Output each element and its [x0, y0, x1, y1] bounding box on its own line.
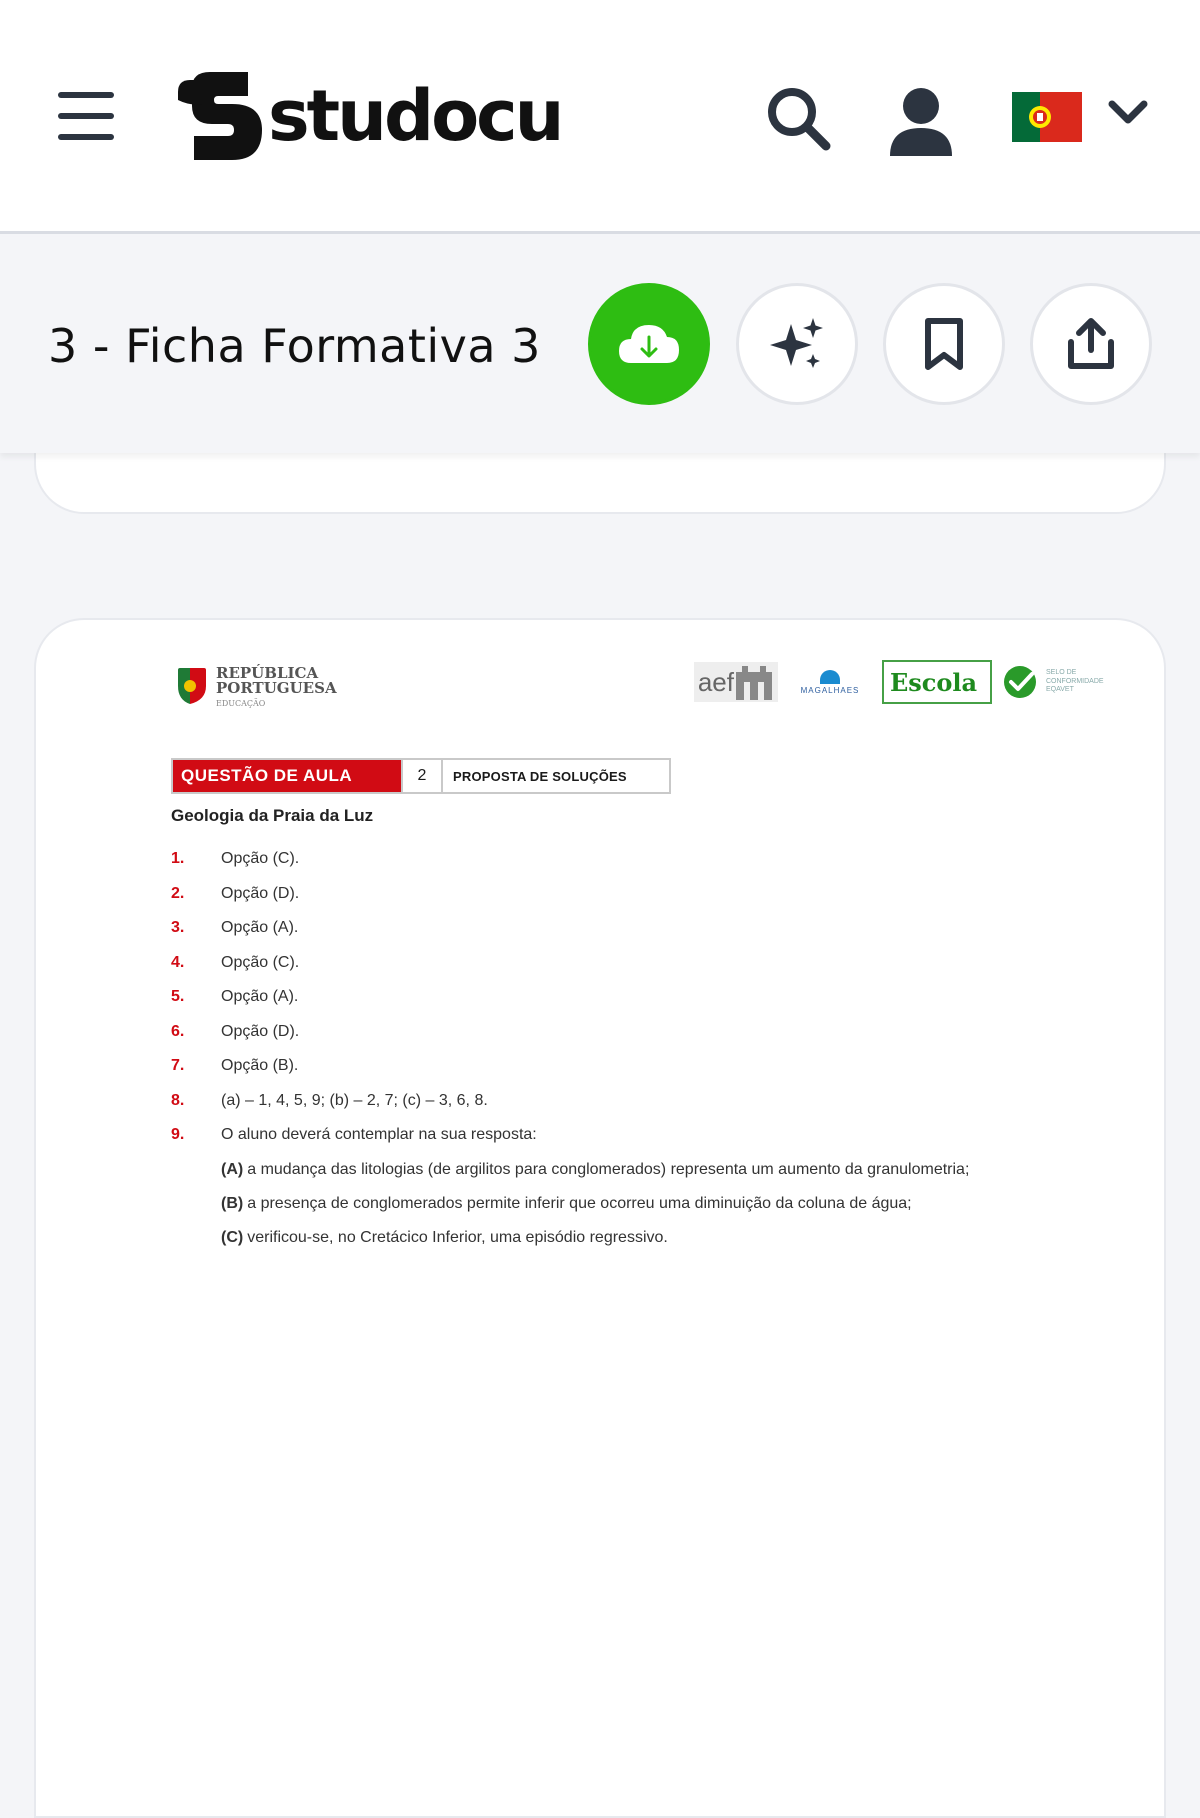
item-text: Opção (A).	[221, 988, 299, 1006]
studocu-logo-mark-icon	[178, 72, 262, 160]
aef-text: aef	[697, 666, 734, 697]
bookmark-icon	[925, 318, 963, 370]
magalhaes-text: MAGALHAES	[800, 685, 860, 695]
sub-point-label: (B)	[221, 1194, 244, 1212]
list-item: 6. Opção (D).	[171, 1015, 1071, 1050]
sub-point-text: a presença de conglomerados permite infe…	[247, 1194, 912, 1212]
item-text: O aluno deverá contemplar na sua respost…	[221, 1126, 537, 1144]
ai-assistant-button[interactable]	[736, 283, 858, 405]
document-page-header: REPÚBLICA PORTUGUESA EDUCAÇÃO aef MAGALH…	[176, 660, 1116, 740]
item-text: Opção (A).	[221, 919, 299, 937]
item-number: 2.	[171, 884, 185, 902]
item-number: 6.	[171, 1022, 185, 1040]
answer-list: 1. Opção (C). 2. Opção (D). 3. Opção (A)…	[171, 842, 1071, 1255]
sub-point-label: (C)	[221, 1228, 244, 1246]
equavet-logo: SELO DE CONFORMIDADE EQAVET	[1002, 664, 1116, 700]
item-text: Opção (D).	[221, 1022, 300, 1040]
bookmark-button[interactable]	[883, 283, 1005, 405]
escola-text: Escola	[890, 667, 978, 697]
escola-logo: Escola	[882, 660, 992, 704]
item-text: Opção (D).	[221, 884, 300, 902]
list-item: 9. O aluno deverá contemplar na sua resp…	[171, 1118, 1071, 1153]
item-number: 7.	[171, 1057, 185, 1075]
item-number: 4.	[171, 953, 185, 971]
magalhaes-globe-icon	[820, 669, 840, 684]
list-item: 5. Opção (A).	[171, 980, 1071, 1015]
brand-wordmark: studocu	[268, 75, 564, 157]
proposal-label: PROPOSTA DE SOLUÇÕES	[453, 768, 627, 784]
list-item: 7. Opção (B).	[171, 1049, 1071, 1084]
item-text: Opção (B).	[221, 1057, 299, 1075]
republica-portuguesa-logo: REPÚBLICA PORTUGUESA EDUCAÇÃO	[176, 666, 337, 708]
item-number: 8.	[171, 1091, 185, 1109]
item-number: 3.	[171, 919, 185, 937]
question-header-box: QUESTÃO DE AULA 2 PROPOSTA DE SOLUÇÕES	[171, 758, 671, 794]
list-item: 4. Opção (C).	[171, 946, 1071, 981]
item-text: Opção (C).	[221, 953, 300, 971]
list-item: 8. (a) – 1, 4, 5, 9; (b) – 2, 7; (c) – 3…	[171, 1084, 1071, 1119]
castle-icon	[736, 666, 772, 700]
share-button[interactable]	[1030, 283, 1152, 405]
document-page: REPÚBLICA PORTUGUESA EDUCAÇÃO aef MAGALH…	[34, 618, 1166, 1818]
item-text: (a) – 1, 4, 5, 9; (b) – 2, 7; (c) – 3, 6…	[221, 1091, 488, 1109]
aef-logo: aef	[693, 662, 778, 702]
republica-line2: PORTUGUESA	[216, 679, 337, 697]
document-subtitle: Geologia da Praia da Luz	[171, 806, 374, 825]
list-item: 2. Opção (D).	[171, 877, 1071, 912]
search-icon[interactable]	[762, 82, 834, 154]
document-title: 3 - Ficha Formativa 3	[48, 319, 541, 373]
list-item: 3. Opção (A).	[171, 911, 1071, 946]
item-text: Opção (C).	[221, 850, 300, 868]
item-number: 9.	[171, 1126, 185, 1144]
sub-point: (C) verificou-se, no Cretácico Inferior,…	[171, 1221, 1071, 1255]
item-number: 5.	[171, 988, 185, 1006]
republica-line3: EDUCAÇÃO	[216, 699, 266, 708]
question-number: 2	[401, 760, 443, 792]
download-button[interactable]	[588, 283, 710, 405]
hamburger-menu-icon[interactable]	[58, 92, 114, 140]
portugal-emblem-icon	[178, 668, 206, 704]
portugal-flag-icon[interactable]	[1012, 92, 1082, 142]
share-icon	[1068, 318, 1114, 369]
partner-logos: aef MAGALHAES Escola SELO DE CONFORMIDAD…	[693, 660, 1116, 704]
user-icon[interactable]	[888, 86, 954, 156]
sub-point-label: (A)	[221, 1160, 244, 1178]
sub-point-text: a mudança das litologias (de argilitos p…	[247, 1160, 970, 1178]
question-label: QUESTÃO DE AULA	[173, 760, 401, 792]
checkmark-badge-icon	[1004, 666, 1036, 698]
sub-point: (B) a presença de conglomerados permite …	[171, 1187, 1071, 1221]
sub-point: (A) a mudança das litologias (de argilit…	[171, 1153, 1071, 1187]
top-navigation-bar: studocu	[0, 0, 1200, 234]
cloud-download-icon	[619, 325, 679, 363]
sparkles-icon	[770, 318, 823, 368]
sub-point-text: verificou-se, no Cretácico Inferior, uma…	[247, 1228, 668, 1246]
list-item: 1. Opção (C).	[171, 842, 1071, 877]
studocu-logo[interactable]: studocu	[170, 66, 564, 166]
document-toolbar: 3 - Ficha Formativa 3	[0, 237, 1200, 453]
equavet-text: SELO DE CONFORMIDADE EQAVET	[1046, 669, 1104, 694]
item-number: 1.	[171, 850, 185, 868]
chevron-down-icon[interactable]	[1106, 96, 1150, 130]
magalhaes-logo: MAGALHAES	[788, 669, 872, 695]
